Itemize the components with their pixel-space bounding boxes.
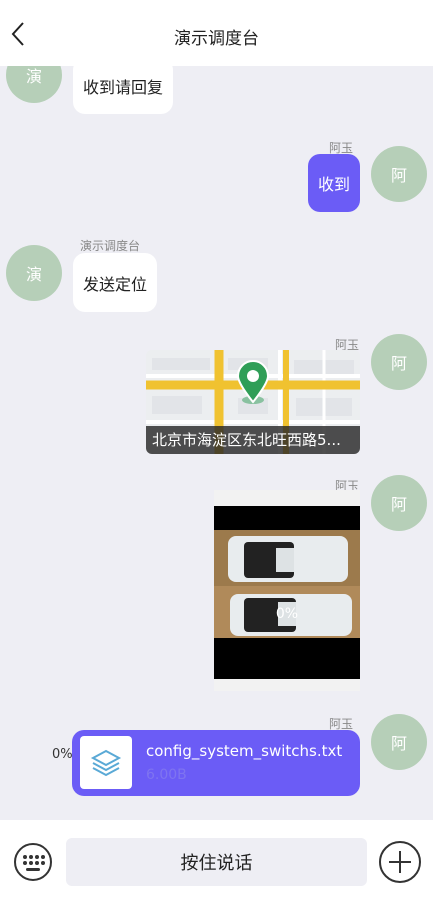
file-size: 6.00B <box>146 767 187 783</box>
keyboard-toggle-button[interactable] <box>13 842 53 882</box>
avatar[interactable]: 演 <box>6 245 62 301</box>
page-title: 演示调度台 <box>174 29 259 49</box>
chat-message-list[interactable]: 演 收到请回复 阿玉 收到 阿 演示调度台 演 发送定位 阿玉 北京市海淀区东北… <box>0 66 433 820</box>
file-upload-progress: 0% <box>52 747 73 762</box>
sender-name: 演示调度台 <box>80 239 141 253</box>
upload-progress: 0% <box>275 606 299 622</box>
more-actions-button[interactable] <box>378 840 422 884</box>
location-pin-icon <box>236 360 270 404</box>
file-name: config_system_switchs.txt <box>146 742 343 760</box>
chat-input-bar: 按住说话 <box>0 820 433 904</box>
avatar[interactable]: 阿 <box>371 714 427 770</box>
message-bubble[interactable]: 发送定位 <box>73 253 157 312</box>
hold-to-talk-button[interactable]: 按住说话 <box>66 838 367 886</box>
keyboard-icon <box>14 843 52 881</box>
layers-file-icon <box>90 749 122 776</box>
avatar[interactable]: 阿 <box>371 475 427 531</box>
file-message-card[interactable]: config_system_switchs.txt 6.00B <box>72 730 360 796</box>
file-icon-box <box>80 736 132 789</box>
location-message-card[interactable]: 北京市海淀区东北旺西路5... <box>146 350 360 454</box>
message-bubble[interactable]: 收到请回复 <box>73 66 173 114</box>
message-bubble[interactable]: 收到 <box>308 154 360 212</box>
avatar[interactable]: 演 <box>6 66 62 103</box>
location-address: 北京市海淀区东北旺西路5... <box>146 426 360 454</box>
photo-thumbnail <box>214 530 360 638</box>
plus-circle-icon <box>379 841 421 883</box>
header-bar: 演示调度台 <box>0 0 433 66</box>
photo-bottom-bar <box>214 679 360 691</box>
image-message[interactable]: 0% <box>214 490 360 691</box>
avatar[interactable]: 阿 <box>371 334 427 390</box>
avatar[interactable]: 阿 <box>371 146 427 202</box>
